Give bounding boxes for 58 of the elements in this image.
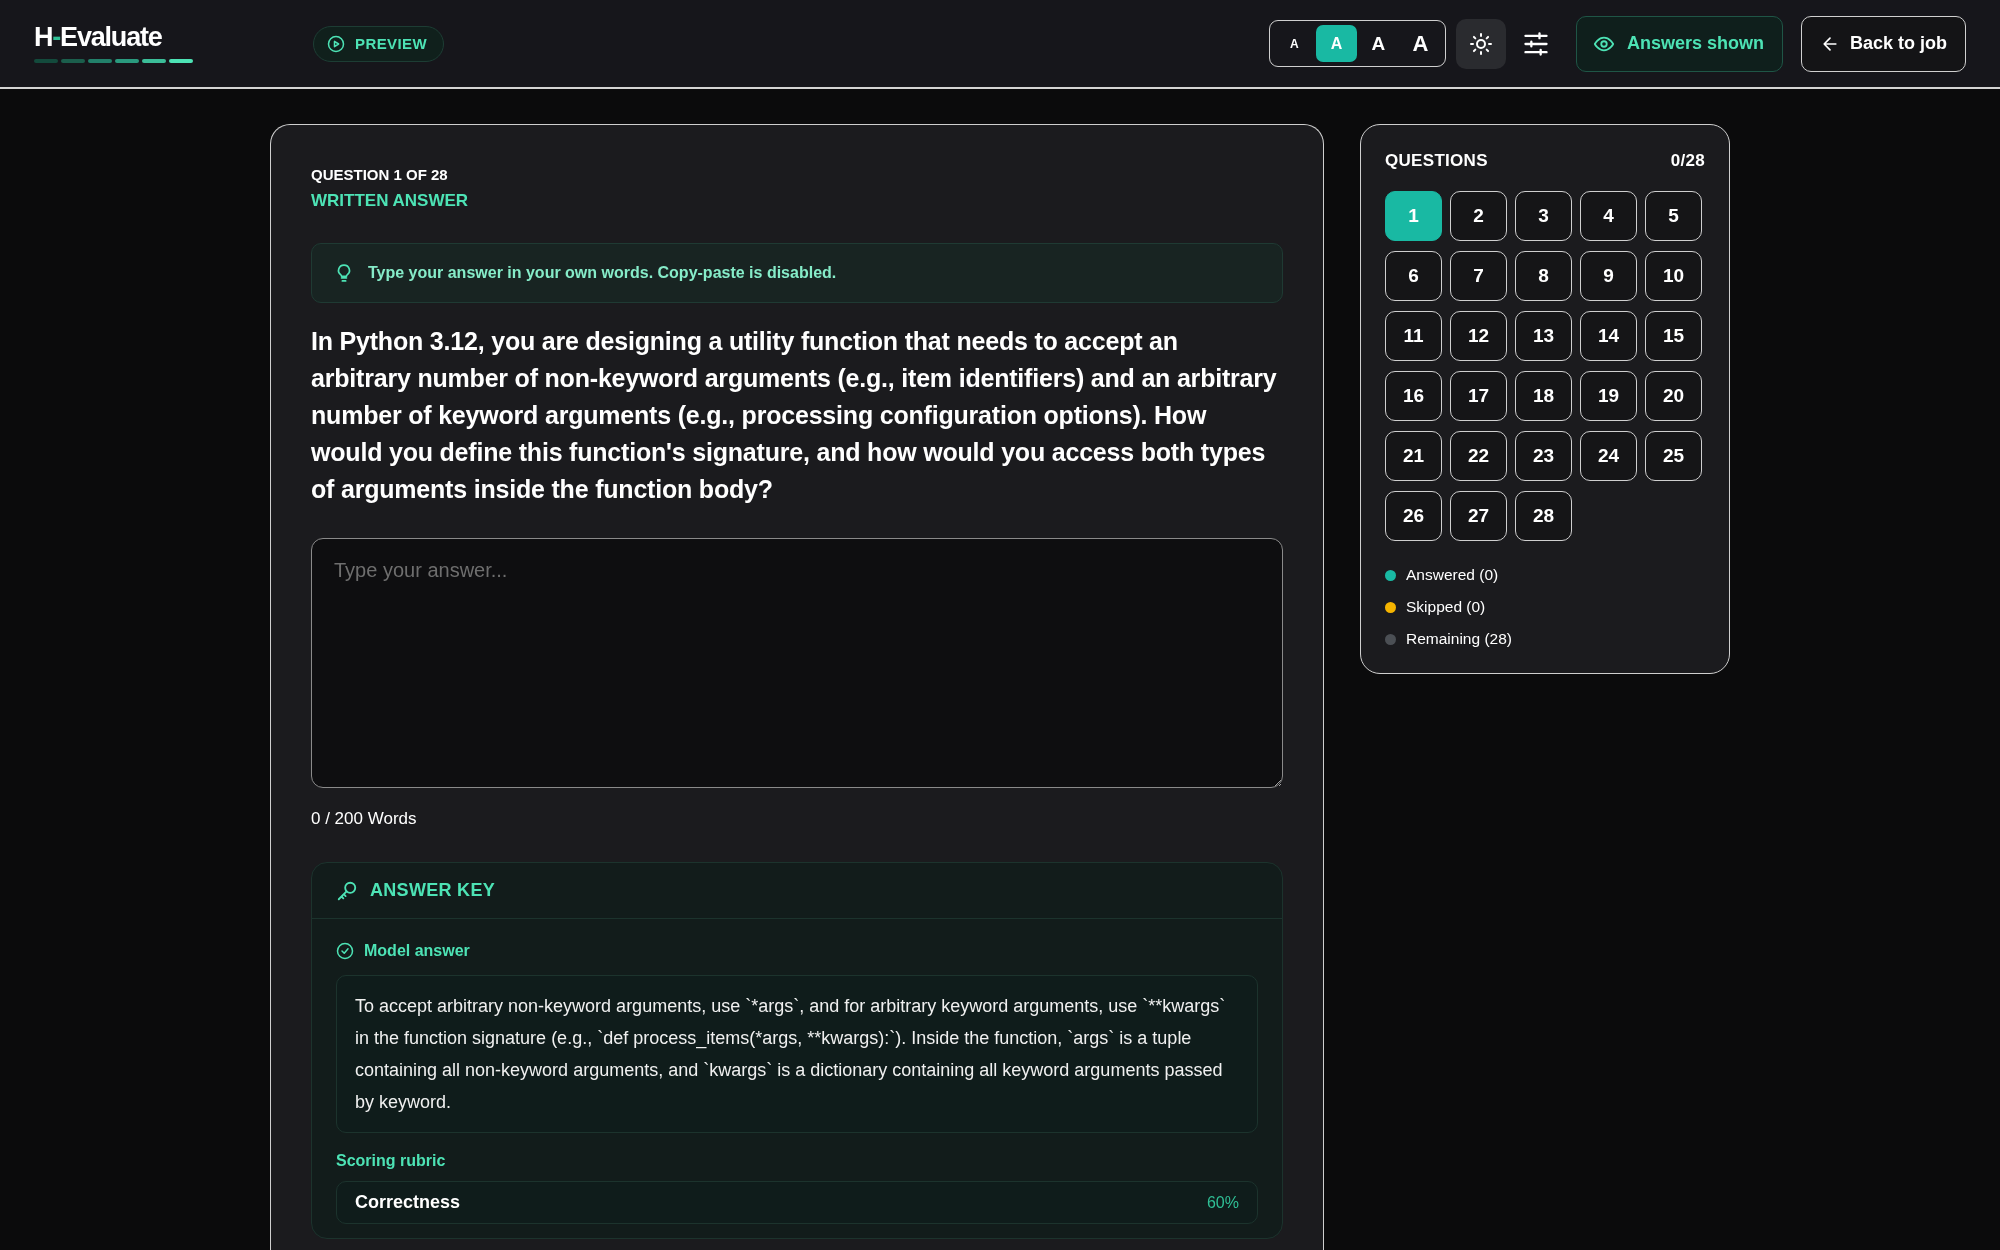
question-number-button[interactable]: 23 — [1515, 431, 1572, 481]
font-size-button[interactable]: A — [1357, 25, 1399, 62]
question-number-button[interactable]: 20 — [1645, 371, 1702, 421]
settings-button[interactable] — [1521, 29, 1550, 58]
font-size-button[interactable]: A — [1399, 25, 1441, 62]
question-number-button[interactable]: 4 — [1580, 191, 1637, 241]
navigator-title: QUESTIONS — [1385, 151, 1488, 171]
rubric-weight: 60% — [1206, 1193, 1239, 1212]
question-number-button[interactable]: 10 — [1645, 251, 1702, 301]
question-number-button[interactable]: 21 — [1385, 431, 1442, 481]
question-number-button[interactable]: 18 — [1515, 371, 1572, 421]
question-number-button[interactable]: 5 — [1645, 191, 1702, 241]
question-number-button[interactable]: 11 — [1385, 311, 1442, 361]
back-button[interactable]: Back to job — [1801, 15, 1966, 72]
legend-label: Remaining (28) — [1406, 630, 1512, 648]
theme-toggle-button[interactable] — [1455, 18, 1506, 69]
question-number-button[interactable]: 17 — [1450, 371, 1507, 421]
model-answer-label: Model answer — [364, 941, 470, 961]
preview-button[interactable]: PREVIEW — [313, 25, 444, 62]
question-number-button[interactable]: 15 — [1645, 311, 1702, 361]
key-icon — [336, 879, 358, 902]
question-number-button[interactable]: 22 — [1450, 431, 1507, 481]
question-number-button[interactable]: 7 — [1450, 251, 1507, 301]
question-number-button[interactable]: 24 — [1580, 431, 1637, 481]
question-number-button[interactable]: 6 — [1385, 251, 1442, 301]
question-number-button[interactable]: 8 — [1515, 251, 1572, 301]
hint-text: Type your answer in your own words. Copy-paste is disabled. — [368, 264, 837, 282]
question-number-button[interactable]: 28 — [1515, 491, 1572, 541]
question-text: In Python 3.12, you are designing a utility function that needs to accept an arbitrary number of non-keyword arguments (e.g., item identifiers) and an arbitrary number of keyword arguments (e.g., processing configuration options). How would you define this function's signature, and how would you access both types of arguments inside the function body? — [311, 326, 1278, 505]
legend-label: Skipped (0) — [1406, 598, 1486, 616]
question-number-button[interactable]: 14 — [1580, 311, 1637, 361]
question-number-button[interactable]: 27 — [1450, 491, 1507, 541]
answer-field[interactable]: Type your answer... — [311, 538, 1283, 788]
sliders-icon — [1521, 29, 1550, 58]
question-number-button[interactable]: 9 — [1580, 251, 1637, 301]
answer-key-title: ANSWER KEY — [370, 880, 495, 901]
question-number-button[interactable]: 13 — [1515, 311, 1572, 361]
question-number-button[interactable]: 26 — [1385, 491, 1442, 541]
model-answer-text: To accept arbitrary non-keyword arguments, use `*args`, and for arbitrary keyword arguments, use `**kwargs` in the function signature (e.g., `def process_items(*args, **kwargs):`). Inside the function, `args` is a tuple containing all non-keyword arguments, and `kwargs` is a dictionary containing all keyword arguments passed by keyword. — [336, 975, 1258, 1133]
question-number-button[interactable]: 19 — [1580, 371, 1637, 421]
question-number-button[interactable]: 2 — [1450, 191, 1507, 241]
legend-label: Answered (0) — [1406, 566, 1499, 584]
scoring-rubric-label: Scoring rubric — [336, 1151, 447, 1171]
answers-toggle-button[interactable]: Answers shown — [1575, 15, 1783, 72]
check-circle-icon — [336, 942, 354, 960]
question-counter: QUESTION 1 OF 28 — [311, 165, 449, 185]
sun-icon — [1468, 31, 1493, 56]
font-size-button[interactable]: A — [1273, 25, 1315, 62]
question-type: WRITTEN ANSWER — [311, 190, 470, 212]
word-count: 0 / 200 Words — [311, 808, 418, 830]
question-number-button[interactable]: 16 — [1385, 371, 1442, 421]
rubric-criterion: Correctness — [355, 1192, 461, 1213]
logo: H-Evaluate — [34, 24, 163, 50]
play-circle-icon — [327, 34, 345, 53]
question-number-button[interactable]: 12 — [1450, 311, 1507, 361]
question-number-button[interactable]: 25 — [1645, 431, 1702, 481]
question-number-button[interactable]: 3 — [1515, 191, 1572, 241]
progress-count: 0/28 — [1670, 151, 1705, 171]
